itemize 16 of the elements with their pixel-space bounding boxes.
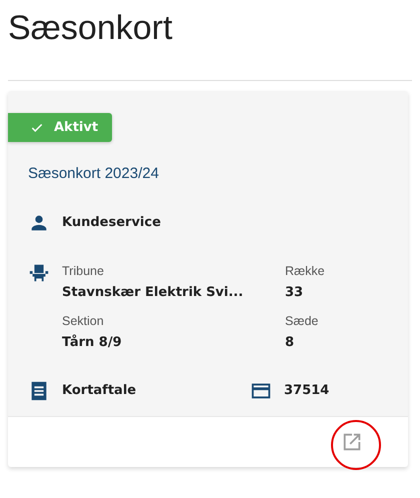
- agreement-label: Kortaftale: [62, 382, 136, 400]
- holder-name: Kundeservice: [62, 214, 161, 232]
- page-title: Sæsonkort: [7, 8, 174, 49]
- field-label: Sæde: [285, 313, 320, 330]
- card-number: 37514: [284, 382, 330, 400]
- field-value: Stavnskær Elektrik Svi...: [62, 284, 244, 302]
- status-label: Aktivt: [54, 120, 98, 135]
- card-title: Sæsonkort 2023/24: [28, 165, 160, 182]
- field-label: Tribune: [62, 263, 105, 280]
- seat-icon: [28, 262, 50, 284]
- field-value: Tårn 8/9: [62, 334, 123, 352]
- field-label: Række: [285, 263, 326, 280]
- open-external-icon: [341, 431, 363, 453]
- field-value: 8: [285, 334, 296, 352]
- field-label: Sektion: [62, 313, 105, 330]
- field-value: 33: [285, 284, 304, 302]
